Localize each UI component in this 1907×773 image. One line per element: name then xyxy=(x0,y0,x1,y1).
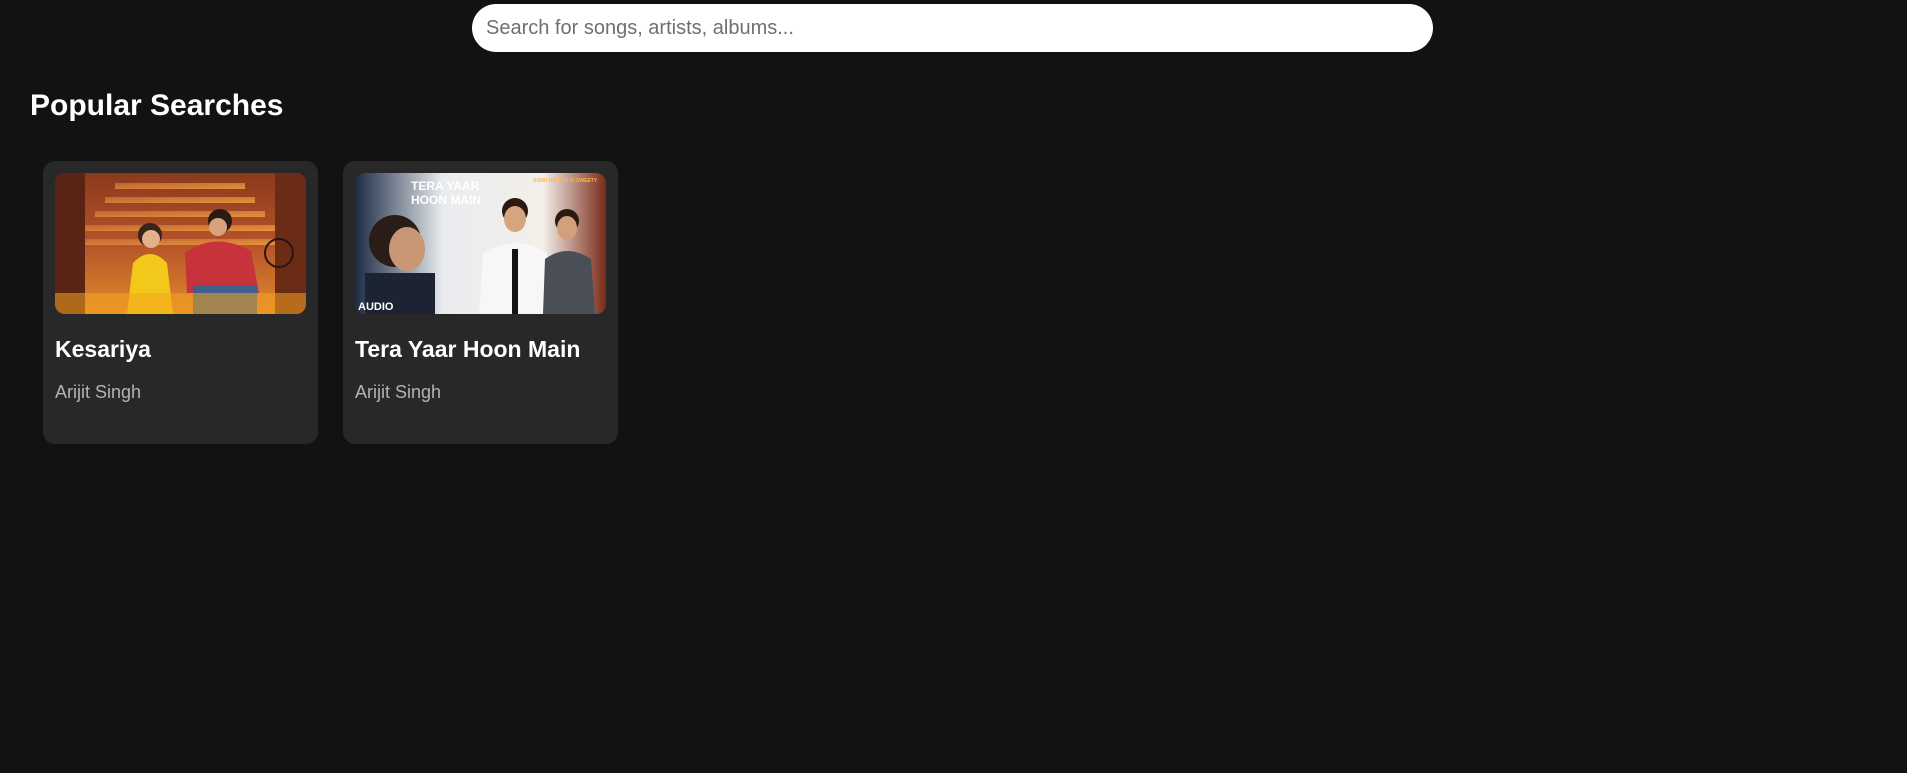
app-page: Popular Searches xyxy=(0,0,1907,773)
song-artist: Arijit Singh xyxy=(355,382,442,402)
thumbnail-title-line1: TERA YAAR xyxy=(411,179,480,193)
thumbnail-image: TERA YAAR HOON MAIN SONU KE TITU KI SWEE… xyxy=(355,173,606,314)
thumbnail-audio-label: AUDIO xyxy=(358,301,394,313)
song-artist: Arijit Singh xyxy=(55,382,142,402)
thumbnail-movie-label: SONU KE TITU KI SWEETY xyxy=(533,178,598,184)
song-card[interactable]: Kesariya Arijit Singh xyxy=(43,161,318,444)
search-bar[interactable] xyxy=(472,4,1433,52)
song-card-list: Kesariya Arijit Singh TERA YAAR HOON MAI… xyxy=(43,161,618,444)
section-title: Popular Searches xyxy=(30,89,284,122)
song-card[interactable]: TERA YAAR HOON MAIN SONU KE TITU KI SWEE… xyxy=(343,161,618,444)
search-input[interactable] xyxy=(472,4,1433,52)
song-thumbnail xyxy=(55,173,306,314)
song-title: Tera Yaar Hoon Main xyxy=(355,336,581,362)
thumbnail-title-line2: HOON MAIN xyxy=(411,193,481,207)
thumbnail-image xyxy=(55,173,306,314)
song-title: Kesariya xyxy=(55,336,151,362)
song-thumbnail: TERA YAAR HOON MAIN SONU KE TITU KI SWEE… xyxy=(355,173,606,314)
